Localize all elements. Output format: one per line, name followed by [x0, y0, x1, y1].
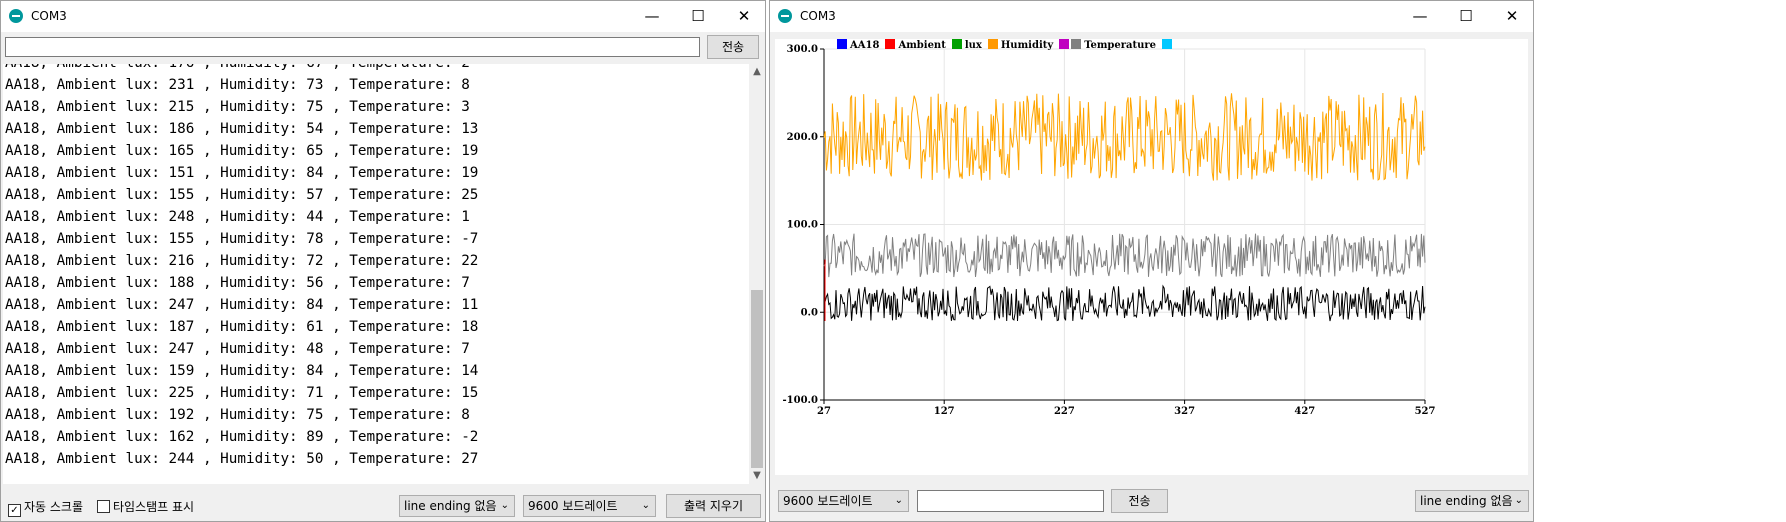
console-line: AA18, Ambient lux: 159 , Humidity: 84 , …	[5, 363, 479, 379]
line-ending-value: line ending 없음	[1420, 494, 1513, 508]
baud-value: 9600 보드레이트	[783, 494, 873, 508]
close-button[interactable]: ✕	[1489, 1, 1535, 32]
console-line: AA18, Ambient lux: 225 , Humidity: 71 , …	[5, 385, 479, 401]
legend-swatch	[837, 39, 847, 49]
plot-area: AA18 Ambient lux Humidity Temperature 300.0 2…	[775, 39, 1528, 475]
chevron-down-icon: ⌄	[641, 500, 650, 511]
legend-entry: Ambient	[898, 40, 946, 51]
console-line: AA18, Ambient lux: 231 , Humidity: 73 , …	[5, 77, 470, 93]
y-tick-label: 0.0	[801, 307, 818, 318]
x-tick-label: 227	[1054, 406, 1075, 417]
console-line: AA18, Ambient lux: 188 , Humidity: 56 , …	[5, 275, 470, 291]
console-line: AA18, Ambient lux: 155 , Humidity: 57 , …	[5, 187, 479, 203]
legend-entry: AA18	[850, 40, 880, 51]
legend-swatch	[951, 39, 962, 49]
timestamp-checkbox[interactable]: 타임스탬프 표시	[97, 498, 194, 515]
vertical-scrollbar[interactable]: ▲ ▼	[749, 64, 765, 484]
y-tick-label: 100.0	[787, 220, 818, 231]
x-tick-label: 427	[1294, 406, 1315, 417]
chevron-down-icon: ⌄	[500, 500, 509, 511]
serial-output[interactable]: AA18, Ambient lux: 176 , Humidity: 67 , …	[3, 64, 749, 484]
baud-value: 9600 보드레이트	[528, 499, 618, 513]
serial-monitor-window: COM3 — ☐ ✕ 전송 AA18, Ambient lux: 176 , H…	[0, 0, 766, 522]
legend-swatch	[1059, 39, 1070, 49]
console-line: AA18, Ambient lux: 248 , Humidity: 44 , …	[5, 209, 470, 225]
maximize-button[interactable]: ☐	[1443, 1, 1489, 32]
legend-swatch	[885, 39, 896, 49]
legend-swatch	[1071, 39, 1082, 49]
line-ending-value: line ending 없음	[404, 499, 497, 513]
legend-entry: Temperature	[1084, 40, 1157, 51]
x-tick-label: 27	[817, 406, 831, 417]
console-line: AA18, Ambient lux: 187 , Humidity: 61 , …	[5, 319, 479, 335]
arduino-icon	[778, 9, 792, 23]
console-line: AA18, Ambient lux: 155 , Humidity: 78 , …	[5, 231, 479, 247]
close-button[interactable]: ✕	[721, 1, 767, 32]
chevron-down-icon: ⌄	[894, 495, 903, 506]
autoscroll-label: 자동 스크롤	[24, 500, 84, 514]
maximize-button[interactable]: ☐	[675, 1, 721, 32]
console-line: AA18, Ambient lux: 244 , Humidity: 50 , …	[5, 451, 479, 467]
line-ending-select[interactable]: line ending 없음 ⌄	[1415, 490, 1529, 512]
console-line: AA18, Ambient lux: 192 , Humidity: 75 , …	[5, 407, 470, 423]
x-tick-label: 327	[1174, 406, 1195, 417]
x-tick-label: 527	[1415, 406, 1436, 417]
x-tick-label: 127	[934, 406, 955, 417]
console-line: AA18, Ambient lux: 165 , Humidity: 65 , …	[5, 143, 479, 159]
baud-select[interactable]: 9600 보드레이트 ⌄	[778, 490, 909, 512]
scroll-down-icon[interactable]: ▼	[749, 468, 765, 484]
timestamp-label: 타임스탬프 표시	[113, 500, 195, 514]
y-tick-label: 200.0	[787, 132, 818, 143]
window-title: COM3	[31, 9, 67, 23]
serial-plotter-window: COM3 — ☐ ✕ AA18 Ambient lux Humidity Tempera…	[769, 0, 1534, 522]
console-line: AA18, Ambient lux: 176 , Humidity: 67 , …	[3, 64, 749, 74]
chart-legend: AA18 Ambient lux Humidity Temperature	[835, 39, 1173, 53]
autoscroll-checkbox[interactable]: ✓ 자동 스크롤	[8, 498, 83, 517]
series-line-temperature	[823, 284, 1426, 322]
checkmark-icon: ✓	[8, 504, 21, 517]
send-button[interactable]: 전송	[1111, 489, 1168, 513]
legend-entry: Humidity	[1000, 40, 1054, 51]
scroll-up-icon[interactable]: ▲	[749, 64, 765, 80]
series-line-humidity	[823, 233, 1426, 278]
y-tick-label: -100.0	[783, 395, 819, 406]
minimize-button[interactable]: —	[1397, 1, 1443, 32]
scroll-thumb[interactable]	[751, 290, 763, 468]
legend-swatch	[1162, 39, 1173, 49]
console-line: AA18, Ambient lux: 162 , Humidity: 89 , …	[5, 429, 479, 445]
clear-output-button[interactable]: 출력 지우기	[666, 494, 761, 518]
legend-entry: lux	[964, 40, 982, 51]
title-bar[interactable]: COM3 — ☐ ✕	[1, 1, 765, 32]
console-line: AA18, Ambient lux: 186 , Humidity: 54 , …	[5, 121, 479, 137]
console-line: AA18, Ambient lux: 216 , Humidity: 72 , …	[5, 253, 479, 269]
y-tick-label: 300.0	[787, 44, 818, 55]
chevron-down-icon: ⌄	[1514, 495, 1523, 506]
window-title: COM3	[800, 9, 836, 23]
legend-swatch	[987, 39, 998, 49]
console-line: AA18, Ambient lux: 247 , Humidity: 84 , …	[5, 297, 479, 313]
console-line: AA18, Ambient lux: 215 , Humidity: 75 , …	[5, 99, 470, 115]
minimize-button[interactable]: —	[629, 1, 675, 32]
send-button[interactable]: 전송	[707, 35, 759, 59]
title-bar[interactable]: COM3 — ☐ ✕	[770, 1, 1533, 32]
console-line: AA18, Ambient lux: 151 , Humidity: 84 , …	[5, 165, 479, 181]
send-input[interactable]	[5, 37, 700, 57]
checkbox-empty-icon	[97, 500, 110, 513]
line-ending-select[interactable]: line ending 없음 ⌄	[399, 495, 515, 517]
baud-select[interactable]: 9600 보드레이트 ⌄	[523, 495, 656, 517]
arduino-icon	[9, 9, 23, 23]
console-line: AA18, Ambient lux: 247 , Humidity: 48 , …	[5, 341, 470, 357]
line-chart: 300.0 200.0 100.0 0.0 -100.027 127 227 327 427 52…	[783, 44, 1436, 417]
send-input[interactable]	[917, 490, 1104, 512]
